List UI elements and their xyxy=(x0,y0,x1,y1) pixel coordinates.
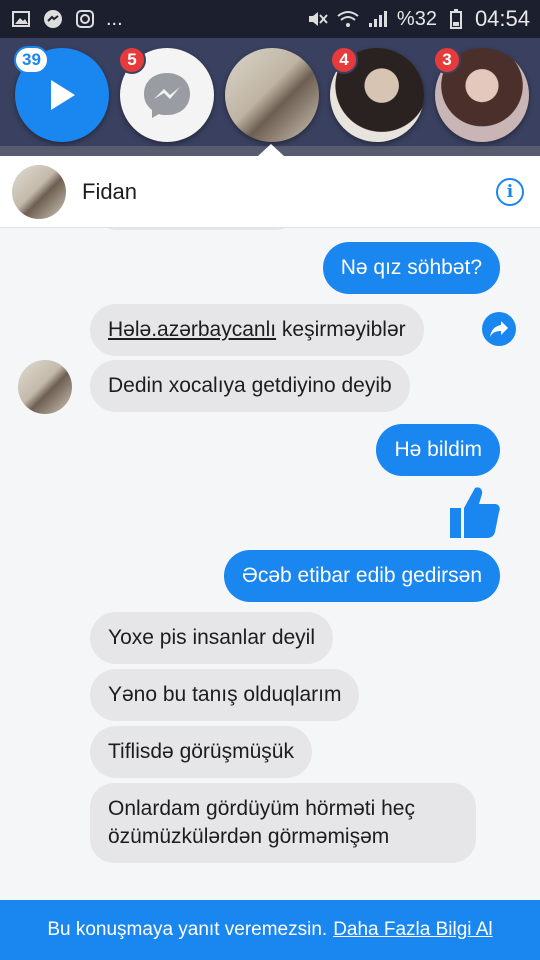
messenger-icon xyxy=(144,73,190,118)
battery-percent: %32 xyxy=(396,7,437,30)
incoming-message[interactable]: Onlardam gördüyüm hörməti heç özümüzkülə… xyxy=(90,783,476,863)
instagram-icon xyxy=(74,8,96,30)
chat-heads-bar: 39 5 4 3 xyxy=(0,38,540,194)
sender-avatar[interactable] xyxy=(18,360,72,414)
status-bar: ... %32 04:54 xyxy=(0,0,540,38)
more-notifications: ... xyxy=(106,7,123,30)
outgoing-message[interactable]: Nə qız söhbət? xyxy=(322,242,500,294)
banner-text: Bu konuşmaya yanıt veremezsin. xyxy=(47,919,328,940)
avatar[interactable] xyxy=(12,164,66,219)
video-badge: 39 xyxy=(14,46,49,74)
contact-2-badge: 4 xyxy=(330,46,358,74)
clock: 04:54 xyxy=(474,6,530,31)
outgoing-message[interactable]: Əcəb etibar edib gedirsən xyxy=(224,550,500,602)
active-head-pointer xyxy=(258,144,284,156)
status-left: ... xyxy=(10,8,123,31)
info-icon[interactable]: i xyxy=(496,178,524,206)
message-list[interactable]: Nə qız söhbət? Hələ.azərbaycanlı keşirmə… xyxy=(0,228,540,900)
incoming-message[interactable]: Hələ.azərbaycanlı keşirməyiblər xyxy=(90,304,424,356)
previous-message-fragment xyxy=(96,228,296,230)
status-right: %32 04:54 xyxy=(307,6,530,32)
mute-icon xyxy=(307,8,329,30)
message-text: keşirməyiblər xyxy=(276,318,406,341)
chat-panel: Fidan i Nə qız söhbət? Hələ.azərbaycanlı… xyxy=(0,156,540,960)
incoming-message[interactable]: Tiflisdə görüşmüşük xyxy=(90,726,312,778)
message-link[interactable]: Hələ.azərbaycanlı xyxy=(108,318,276,341)
wifi-icon xyxy=(337,8,359,30)
share-arrow-icon xyxy=(490,321,508,337)
share-button[interactable] xyxy=(482,312,516,346)
incoming-message[interactable]: Yəno bu tanış olduqlarım xyxy=(90,669,360,721)
battery-icon xyxy=(445,8,467,30)
incoming-message[interactable]: Dedin xocalıya getdiyino deyib xyxy=(90,360,410,412)
incoming-message[interactable]: Yoxe pis insanlar deyil xyxy=(90,612,334,664)
chat-head-fidan[interactable] xyxy=(225,48,319,142)
messenger-badge: 5 xyxy=(118,46,146,74)
learn-more-link[interactable]: Daha Fazla Bilgi Al xyxy=(333,919,492,941)
like-thumb-icon[interactable] xyxy=(448,484,502,545)
reply-disabled-banner: Bu konuşmaya yanıt veremezsin. Daha Fazl… xyxy=(0,900,540,960)
chat-header: Fidan i xyxy=(0,156,540,228)
contact-name[interactable]: Fidan xyxy=(82,179,137,205)
messenger-status-icon xyxy=(42,8,64,30)
play-icon xyxy=(51,80,75,110)
gallery-icon xyxy=(10,8,32,30)
contact-3-badge: 3 xyxy=(433,46,461,74)
outgoing-message[interactable]: Hə bildim xyxy=(376,424,500,476)
signal-icon xyxy=(367,8,389,30)
